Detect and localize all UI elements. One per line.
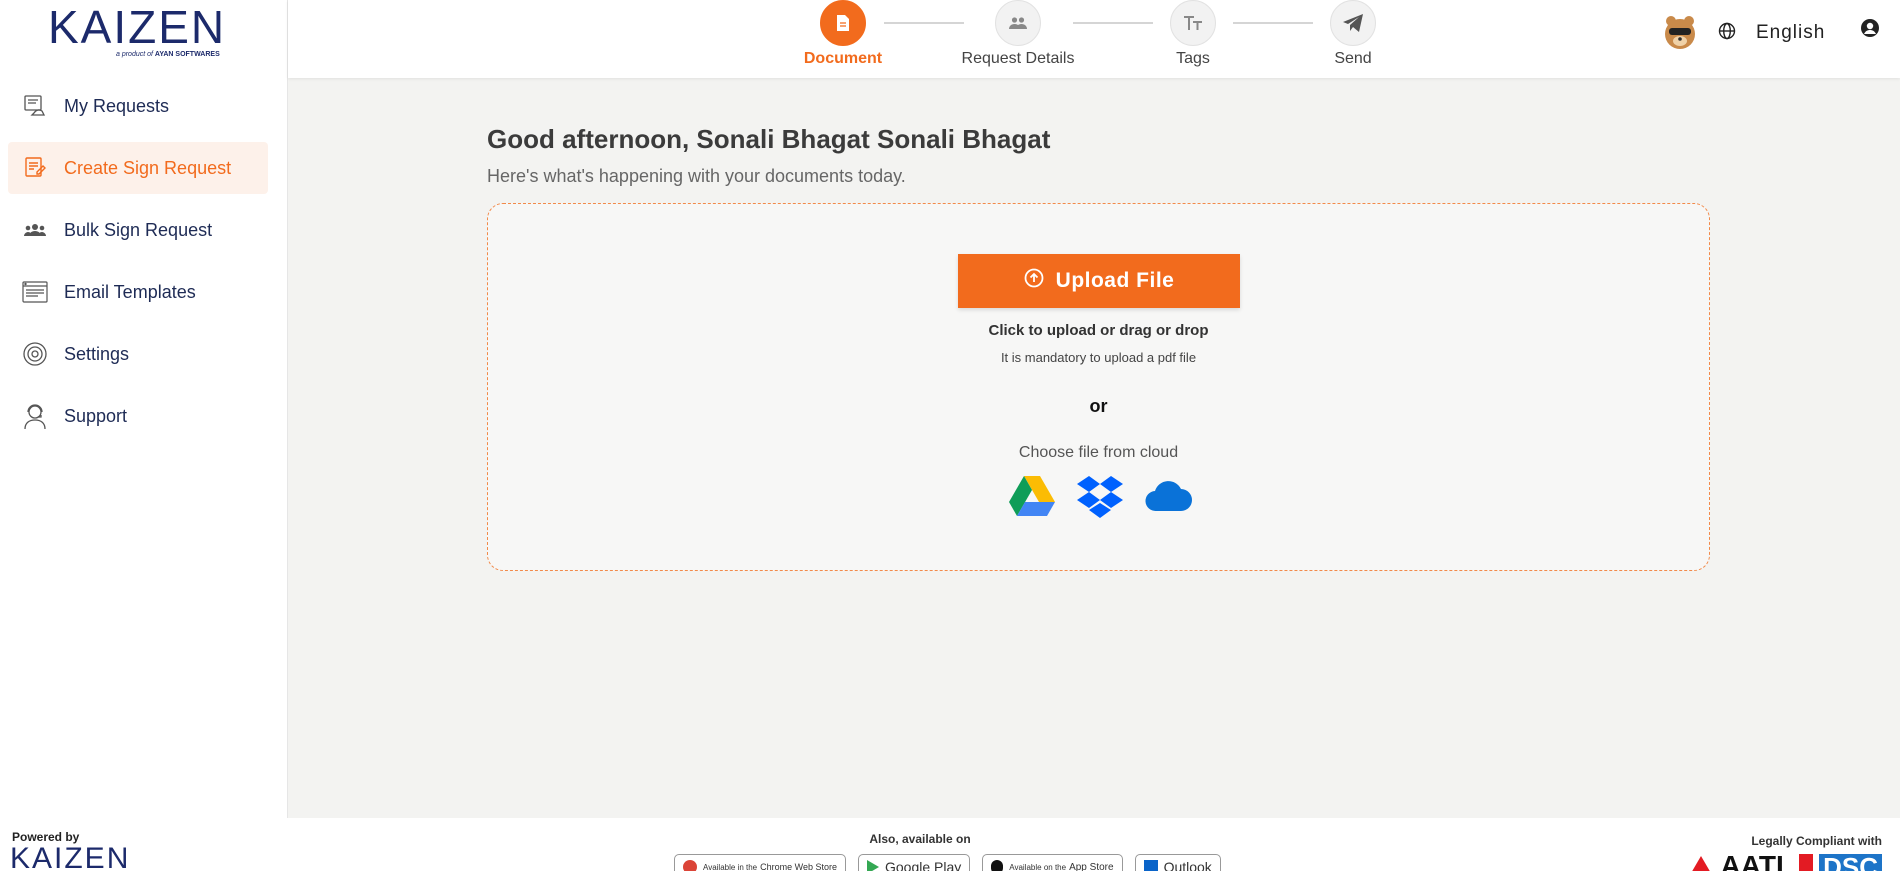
- upload-file-button[interactable]: Upload File: [958, 254, 1240, 308]
- email-template-icon: [20, 277, 50, 307]
- sidebar-item-label: Create Sign Request: [64, 157, 232, 178]
- sidebar-item-support[interactable]: Support: [8, 390, 268, 442]
- apple-icon: [991, 860, 1004, 871]
- logo-tagline: a product of AYAN SOFTWARES: [116, 51, 220, 58]
- compliance-logos: AATL DSC: [1686, 850, 1882, 871]
- chrome-icon: [683, 860, 697, 871]
- sidebar-item-my-requests[interactable]: My Requests: [8, 80, 268, 132]
- language-selector[interactable]: English: [1756, 22, 1825, 44]
- google-play-icon: [867, 860, 879, 871]
- support-agent-icon: [20, 401, 50, 431]
- sidebar-nav: My Requests Create Sign Request Bulk Sig…: [8, 80, 268, 452]
- sidebar-item-create-sign-request[interactable]: Create Sign Request: [8, 142, 268, 194]
- store-badges: Available in the Chrome Web Store Google…: [674, 854, 1221, 871]
- create-sign-icon: [20, 153, 50, 183]
- dropbox-icon[interactable]: [1076, 474, 1124, 520]
- upload-circle-icon: [1024, 268, 1044, 294]
- page-subtitle: Here's what's happening with your docume…: [487, 166, 906, 186]
- outlook-badge[interactable]: Outlook: [1134, 854, 1221, 871]
- upload-button-label: Upload File: [1055, 269, 1175, 292]
- step-label: Document: [803, 50, 883, 67]
- cloud-providers: [1008, 474, 1192, 520]
- dsc-emblem-icon: [1799, 854, 1814, 871]
- people-icon: [995, 0, 1041, 46]
- step-request-details[interactable]: Request Details: [953, 0, 1083, 68]
- sidebar-item-label: My Requests: [64, 95, 170, 116]
- chrome-store-badge[interactable]: Available in the Chrome Web Store: [674, 854, 846, 871]
- footer: Powered by KAIZEN Also, available on Ava…: [0, 818, 1900, 871]
- outlook-icon: [1143, 860, 1158, 871]
- google-play-badge[interactable]: Google Play: [858, 854, 971, 871]
- step-send[interactable]: Send: [1288, 0, 1418, 68]
- google-drive-icon[interactable]: [1008, 474, 1056, 520]
- globe-icon[interactable]: [1718, 22, 1736, 45]
- app-store-badge[interactable]: Available on the App Store: [982, 854, 1123, 871]
- sidebar-item-label: Bulk Sign Request: [64, 219, 213, 240]
- step-tags[interactable]: Tags: [1128, 0, 1258, 68]
- page-title: Good afternoon, Sonali Bhagat Sonali Bha…: [487, 124, 1051, 154]
- step-label: Send: [1334, 50, 1372, 67]
- sidebar-item-settings[interactable]: Settings: [8, 328, 268, 380]
- sidebar: KAIZEN a product of AYAN SOFTWARES My Re…: [0, 0, 288, 818]
- step-document[interactable]: Document: [778, 0, 908, 68]
- upload-note: It is mandatory to upload a pdf file: [1000, 350, 1197, 365]
- top-header: Document Request Details Tags Send Engli…: [288, 0, 1900, 78]
- sidebar-item-email-templates[interactable]: Email Templates: [8, 266, 268, 318]
- upload-instructions: Click to upload or drag or drop: [988, 322, 1209, 339]
- sidebar-item-label: Email Templates: [64, 281, 196, 302]
- onedrive-icon[interactable]: [1144, 474, 1192, 520]
- sidebar-item-label: Settings: [64, 343, 130, 364]
- aatl-logo: AATL: [1720, 850, 1794, 871]
- sidebar-item-label: Support: [64, 405, 128, 426]
- logo-wordmark: KAIZEN: [48, 1, 227, 53]
- document-icon: [820, 0, 866, 46]
- also-available-label: Also, available on: [869, 832, 971, 846]
- dsc-logo: DSC: [1819, 854, 1882, 871]
- footer-logo: KAIZEN: [10, 842, 131, 871]
- group-icon: [20, 215, 50, 245]
- avatar-icon[interactable]: [1660, 12, 1700, 52]
- text-size-icon: [1170, 0, 1216, 46]
- step-label: Request Details: [961, 50, 1075, 67]
- or-divider: or: [1089, 396, 1108, 416]
- gear-icon: [20, 339, 50, 369]
- cloud-label: Choose file from cloud: [1018, 444, 1179, 461]
- send-icon: [1330, 0, 1376, 46]
- adobe-icon: [1686, 856, 1715, 871]
- user-icon[interactable]: [1860, 18, 1880, 43]
- upload-dropzone[interactable]: Upload File Click to upload or drag or d…: [487, 203, 1710, 571]
- requests-icon: [20, 91, 50, 121]
- sidebar-item-bulk-sign-request[interactable]: Bulk Sign Request: [8, 204, 268, 256]
- step-label: Tags: [1176, 50, 1210, 67]
- kaizen-logo[interactable]: KAIZEN a product of AYAN SOFTWARES: [48, 4, 228, 60]
- legally-compliant-label: Legally Compliant with: [1751, 834, 1882, 848]
